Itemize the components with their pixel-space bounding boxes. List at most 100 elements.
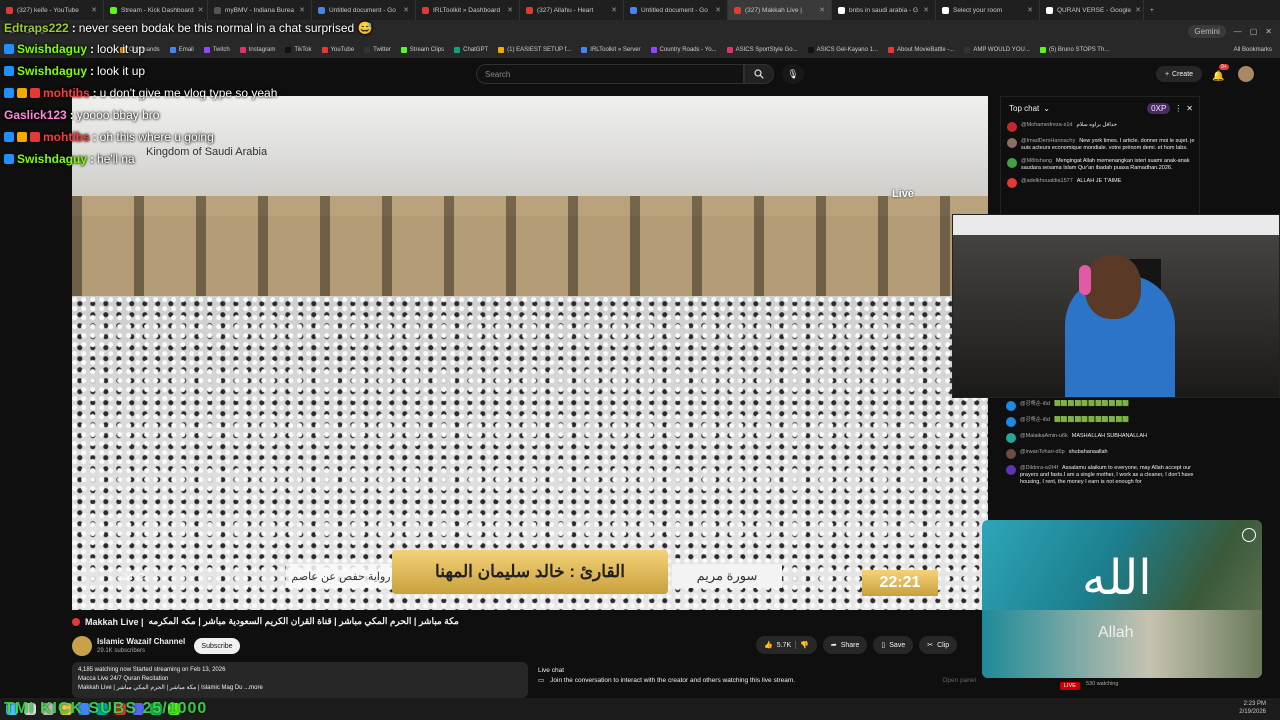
tab-label: IRLToolkit » Dashboard xyxy=(433,6,501,14)
chat-author: @M8itshang xyxy=(1021,158,1052,164)
close-icon[interactable]: ✕ xyxy=(1186,104,1193,113)
thumbs-down-icon[interactable]: 👎 xyxy=(795,641,809,649)
bookmark-item[interactable]: AMP WOULD YOU... xyxy=(964,47,1030,53)
bookmark-item[interactable]: About MovieBattle -... xyxy=(887,47,954,53)
ad-overlay: الله Allah xyxy=(982,520,1262,678)
browser-tab[interactable]: Stream - Kick Dashboard ✕ xyxy=(104,0,208,20)
browser-tab[interactable]: Select your room ✕ xyxy=(936,0,1040,20)
gemini-button[interactable]: Gemini xyxy=(1188,24,1226,38)
channel-name[interactable]: Islamic Wazaif Channel xyxy=(97,637,185,646)
bookmark-item[interactable]: (5) Bruno STOPS Th... xyxy=(1039,47,1110,53)
tab-close-icon[interactable]: ✕ xyxy=(198,6,204,14)
tab-close-icon[interactable]: ✕ xyxy=(299,6,305,14)
notification-count: 9+ xyxy=(1219,64,1229,70)
video-description[interactable]: 4,185 watching now Started streaming on … xyxy=(72,662,528,698)
tab-label: bnbs in saudi arabia - G xyxy=(849,6,919,14)
subscribe-button[interactable]: Subscribe xyxy=(194,638,240,654)
overlay-chat-user: Swishdaguy xyxy=(17,42,88,56)
avatar[interactable] xyxy=(1238,66,1254,82)
like-button[interactable]: 👍 5.7K 👎 xyxy=(756,636,817,654)
video-live-tag: Live xyxy=(892,188,915,200)
like-count: 5.7K xyxy=(776,641,792,649)
tab-close-icon[interactable]: ✕ xyxy=(715,6,721,14)
tab-close-icon[interactable]: ✕ xyxy=(923,6,929,14)
video-surah: سورة مريم xyxy=(672,564,782,588)
browser-tab[interactable]: (327) keife - YouTube ✕ xyxy=(0,0,104,20)
tab-close-icon[interactable]: ✕ xyxy=(403,6,409,14)
bookmark-item[interactable]: ChatGPT xyxy=(454,47,488,53)
clock-date: 2/19/2026 xyxy=(1239,709,1266,715)
maximize-icon[interactable]: ▢ xyxy=(1250,27,1258,36)
chat-author: @강해순-i6d xyxy=(1020,417,1050,423)
ad-label: Allah xyxy=(1098,624,1134,641)
clock-time: 2:23 PM xyxy=(1243,701,1266,707)
live-chat-label: Live chat xyxy=(538,667,565,674)
all-bookmarks[interactable]: All Bookmarks xyxy=(1234,47,1280,53)
desc-line-3: Makkah Live | مكة مباشر | الحرم المكي مب… xyxy=(78,685,263,691)
search-input[interactable]: Search xyxy=(476,64,744,84)
notifications-button[interactable]: 🔔 9+ xyxy=(1212,64,1229,82)
browser-tab[interactable]: (327) Makkah Live | ✕ xyxy=(728,0,832,20)
browser-tab[interactable]: Untitled document - Go ✕ xyxy=(624,0,728,20)
points-badge[interactable]: 0XP xyxy=(1147,102,1171,114)
open-panel-button[interactable]: Open panel xyxy=(942,676,976,686)
more-icon[interactable]: ⋮ xyxy=(1174,104,1182,113)
chat-mode-dropdown[interactable]: Top chat xyxy=(1009,104,1039,113)
create-button[interactable]: + Create xyxy=(1156,66,1202,82)
video-time: 22:21 xyxy=(862,570,938,596)
bookmark-item[interactable]: ASICS Gel-Kayano 1... xyxy=(807,47,878,53)
close-window-icon[interactable]: ✕ xyxy=(1265,27,1272,36)
tab-close-icon[interactable]: ✕ xyxy=(819,6,825,14)
bookmark-icon: ▯ xyxy=(881,642,886,649)
channel-avatar[interactable] xyxy=(72,636,92,656)
chat-badge-icon xyxy=(4,66,14,76)
browser-tab[interactable]: IRLToolkit » Dashboard ✕ xyxy=(416,0,520,20)
bookmark-label: (5) Bruno STOPS Th... xyxy=(1048,47,1110,53)
bookmark-item[interactable]: IRLToolkit » Server xyxy=(581,47,641,53)
minimize-icon[interactable]: — xyxy=(1234,27,1242,36)
ad-shore xyxy=(982,610,1262,678)
video-player[interactable]: Kingdom of Saudi Arabia Live رواية حفص ع… xyxy=(72,96,988,610)
tab-close-icon[interactable]: ✕ xyxy=(507,6,513,14)
bookmark-item[interactable]: ASICS SportStyle Go... xyxy=(726,47,798,53)
bell-icon: 🔔 xyxy=(1212,71,1225,82)
bookmark-item[interactable]: Country Roads - Yo... xyxy=(650,47,717,53)
ad-logo-icon xyxy=(1242,528,1256,542)
chat-author: @Dildora-w2t4f xyxy=(1020,465,1058,471)
chevron-down-icon: ⌄ xyxy=(1043,103,1050,113)
tab-close-icon[interactable]: ✕ xyxy=(91,6,97,14)
browser-tab[interactable]: Untitled document - Go ✕ xyxy=(312,0,416,20)
share-button[interactable]: ➦ Share xyxy=(822,636,868,654)
chat-message: @adelkhoualdia1577 ALLAH JE T'AIME xyxy=(1001,175,1201,191)
tab-close-icon[interactable]: ✕ xyxy=(1135,6,1141,14)
mic-button[interactable]: 🎙 xyxy=(782,64,804,84)
bookmark-label: ASICS Gel-Kayano 1... xyxy=(816,47,878,53)
browser-tab[interactable]: myBMV - Indiana Burea ✕ xyxy=(208,0,312,20)
chat-header: Top chat ⌄ 0XP ⋮ ✕ xyxy=(1001,97,1201,119)
new-tab-icon[interactable]: + xyxy=(1144,7,1160,14)
live-badge: LIVE xyxy=(1060,682,1080,690)
tab-close-icon[interactable]: ✕ xyxy=(611,6,617,14)
video-temp: 24°C xyxy=(122,572,145,583)
overlay-chat-user: mohtibs xyxy=(43,86,90,100)
tab-close-icon[interactable]: ✕ xyxy=(1027,6,1033,14)
tab-favicon-icon xyxy=(526,6,533,14)
tab-label: Untitled document - Go xyxy=(329,6,396,14)
overlay-chat-text: he'll na xyxy=(97,152,135,166)
system-clock[interactable]: 2:23 PM 2/19/2026 xyxy=(1239,700,1266,716)
live-dot-icon xyxy=(72,617,80,626)
webcam-overlay xyxy=(952,214,1280,398)
browser-tab[interactable]: bnbs in saudi arabia - G ✕ xyxy=(832,0,936,20)
overlay-chat-text: look it up xyxy=(97,64,146,78)
chat-author: @Mohamedreza-s1d xyxy=(1021,122,1073,128)
clip-button[interactable]: ✂ Clip xyxy=(919,636,958,654)
chat-text: MASHALLAH SUBHANALLAH xyxy=(1071,433,1147,439)
save-button[interactable]: ▯ Save xyxy=(873,636,914,654)
colon: : xyxy=(71,21,76,35)
search-button[interactable] xyxy=(744,64,774,84)
bookmark-label: (1) EASIEST SETUP f... xyxy=(507,47,572,53)
browser-tab[interactable]: QURAN VERSE - Google ✕ xyxy=(1040,0,1144,20)
browser-tab[interactable]: (327) Allahu - Heart ✕ xyxy=(520,0,624,20)
bookmark-item[interactable]: (1) EASIEST SETUP f... xyxy=(498,47,571,53)
colon: : xyxy=(69,108,74,122)
